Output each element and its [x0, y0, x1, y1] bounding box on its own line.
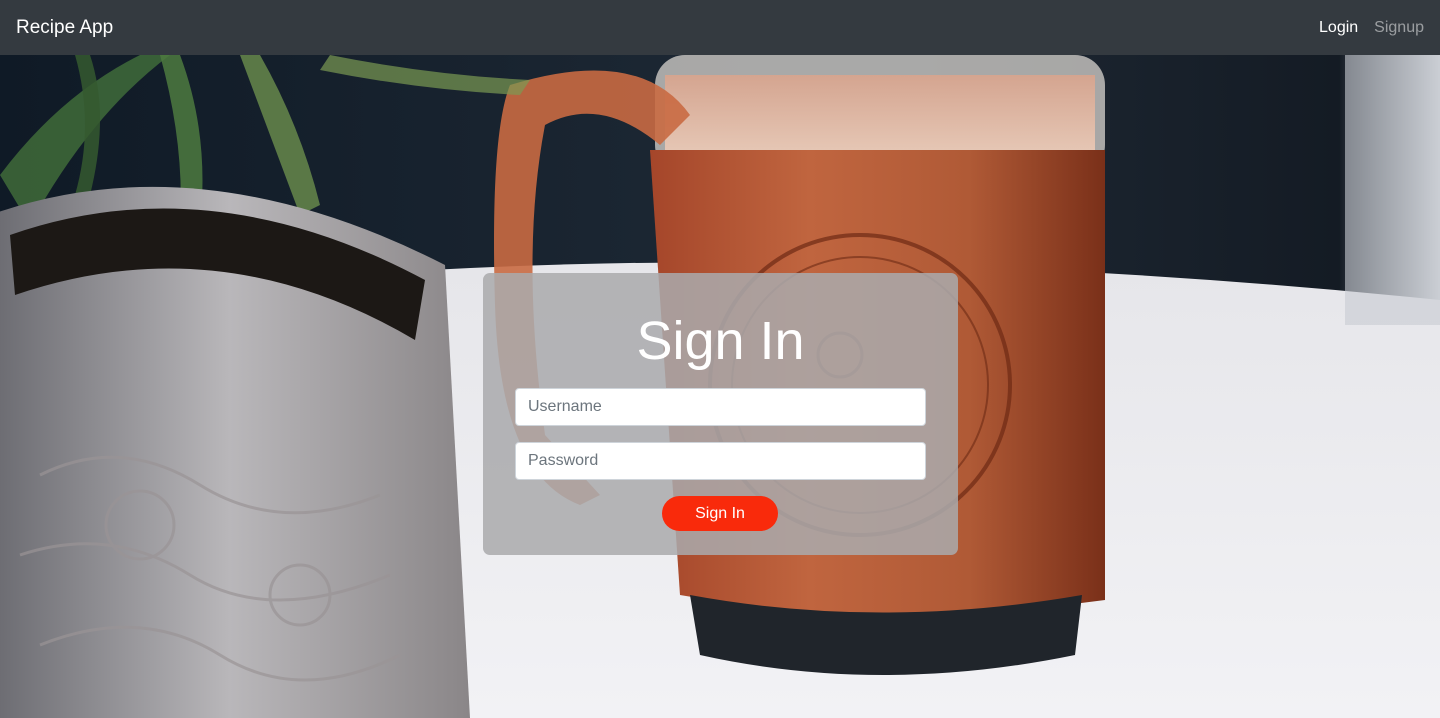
- signin-card: Sign In Sign In: [483, 273, 958, 555]
- username-input[interactable]: [515, 388, 926, 426]
- signin-button[interactable]: Sign In: [662, 496, 778, 531]
- brand-link[interactable]: Recipe App: [16, 17, 113, 39]
- signin-title: Sign In: [636, 311, 805, 371]
- top-navbar: Recipe App Login Signup: [0, 0, 1440, 55]
- password-input[interactable]: [515, 442, 926, 480]
- nav-login-link[interactable]: Login: [1319, 19, 1358, 37]
- nav-signup-link[interactable]: Signup: [1374, 19, 1424, 37]
- nav-links: Login Signup: [1319, 19, 1424, 37]
